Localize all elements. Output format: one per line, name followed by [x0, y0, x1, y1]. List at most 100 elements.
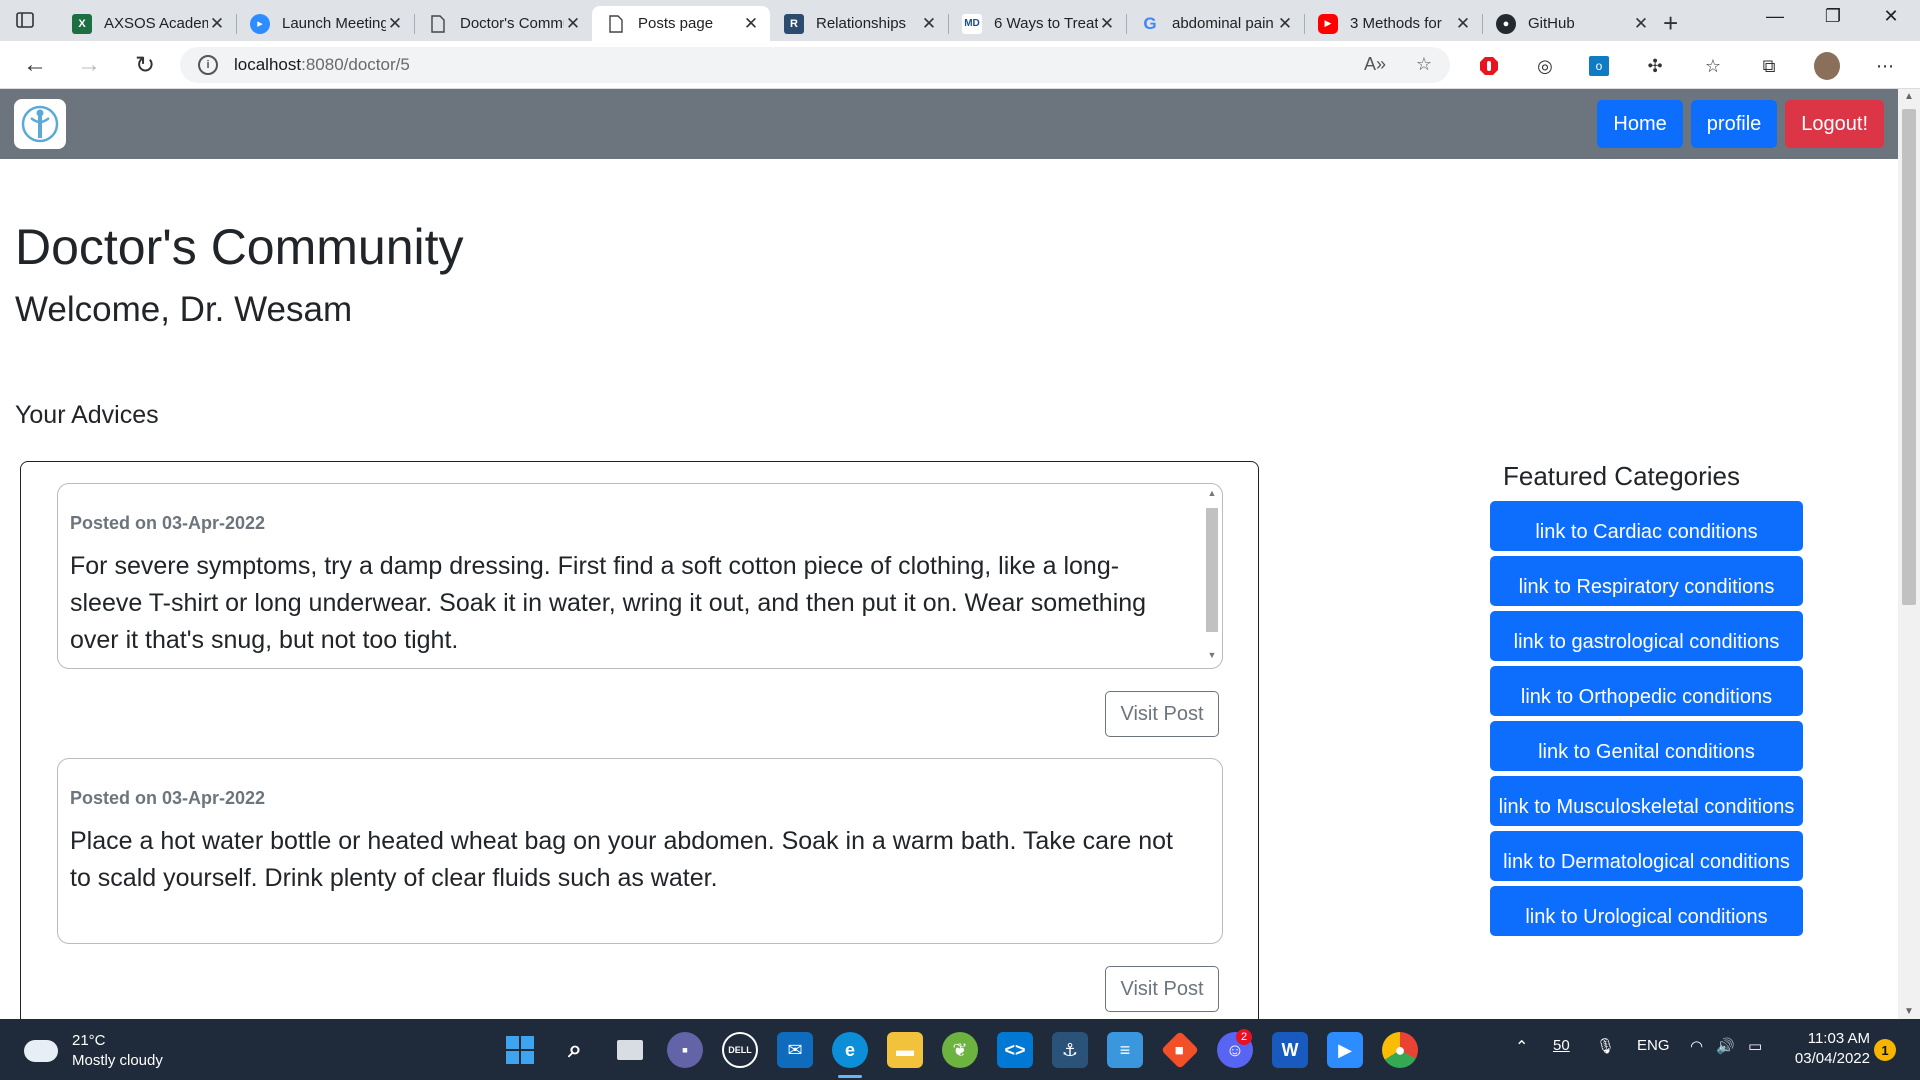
- close-window-icon[interactable]: ✕: [1868, 6, 1914, 27]
- notification-badge[interactable]: 1: [1874, 1039, 1896, 1061]
- post-scrollbar[interactable]: ▲ ▼: [1204, 488, 1220, 664]
- add-favorite-icon[interactable]: ☆: [1416, 54, 1432, 75]
- tray-overflow-icon[interactable]: ⌃: [1515, 1037, 1528, 1057]
- close-tab-icon[interactable]: ✕: [920, 14, 938, 34]
- vscode-icon[interactable]: <>: [997, 1032, 1033, 1068]
- weather-widget[interactable]: 21°C Mostly cloudy: [24, 1031, 163, 1071]
- spring-tool-icon[interactable]: ❦: [942, 1032, 978, 1068]
- outlook-extension-icon[interactable]: o: [1586, 53, 1612, 79]
- visit-post-button[interactable]: Visit Post: [1105, 691, 1219, 737]
- url-field[interactable]: i localhost:8080/doctor/5 A» ☆: [180, 47, 1450, 83]
- search-icon[interactable]: ⌕: [557, 1032, 593, 1068]
- tab-actions-icon[interactable]: [14, 9, 36, 31]
- scrollbar-thumb[interactable]: [1206, 508, 1218, 632]
- zoom-icon[interactable]: ▶: [1327, 1032, 1363, 1068]
- reload-icon[interactable]: ↻: [130, 51, 160, 80]
- mail-icon[interactable]: ✉: [777, 1032, 813, 1068]
- start-icon[interactable]: [502, 1032, 538, 1068]
- tab-doctors-community[interactable]: Doctor's Community ✕: [414, 6, 592, 41]
- home-button[interactable]: Home: [1597, 100, 1683, 148]
- git-icon[interactable]: ◆: [1160, 1030, 1200, 1070]
- collections-icon[interactable]: ⧉: [1756, 53, 1782, 79]
- zoom-icon: ▸: [250, 13, 270, 34]
- close-tab-icon[interactable]: ✕: [386, 14, 404, 34]
- category-genital-button[interactable]: link to Genital conditions: [1490, 721, 1803, 771]
- forward-icon[interactable]: →: [74, 51, 104, 79]
- page-icon: [428, 14, 448, 34]
- close-tab-icon[interactable]: ✕: [1098, 14, 1116, 34]
- tray-badge[interactable]: 50: [1553, 1037, 1570, 1054]
- dell-icon[interactable]: DELL: [722, 1032, 758, 1068]
- category-orthopedic-button[interactable]: link to Orthopedic conditions: [1490, 666, 1803, 716]
- close-tab-icon[interactable]: ✕: [208, 14, 226, 34]
- category-gastrological-button[interactable]: link to gastrological conditions: [1490, 611, 1803, 661]
- volume-icon[interactable]: 🔊: [1716, 1037, 1735, 1055]
- scroll-down-icon[interactable]: ▼: [1204, 650, 1220, 664]
- word-icon[interactable]: W: [1272, 1032, 1308, 1068]
- profile-avatar-icon[interactable]: [1814, 52, 1840, 80]
- advices-heading: Your Advices: [15, 401, 159, 429]
- read-aloud-icon[interactable]: A»: [1364, 54, 1386, 75]
- chrome-icon[interactable]: ●: [1382, 1032, 1418, 1068]
- page-title: Doctor's Community: [15, 219, 464, 275]
- mysql-workbench-icon[interactable]: ⚓: [1052, 1032, 1088, 1068]
- task-view-icon[interactable]: [612, 1032, 648, 1068]
- tab-posts-page[interactable]: Posts page ✕: [592, 6, 770, 41]
- site-logo-icon[interactable]: [14, 99, 66, 149]
- close-tab-icon[interactable]: ✕: [1276, 14, 1294, 34]
- extensions-puzzle-icon[interactable]: ✣: [1642, 53, 1668, 79]
- microphone-icon[interactable]: 🎙: [1596, 1037, 1615, 1055]
- post-date: Posted on 03-Apr-2022: [70, 788, 266, 808]
- wifi-icon[interactable]: ◠: [1690, 1037, 1703, 1055]
- scroll-up-icon[interactable]: ▲: [1898, 91, 1920, 102]
- github-icon: ●: [1496, 13, 1516, 34]
- close-tab-icon[interactable]: ✕: [564, 14, 582, 34]
- windows-taskbar: 21°C Mostly cloudy ⌕ ▪ DELL ✉ e ▬ ❦ <> ⚓…: [0, 1019, 1920, 1080]
- clock-time: 11:03 AM: [1807, 1030, 1870, 1047]
- post-date: Posted on 03-Apr-2022: [70, 513, 266, 533]
- page-scrollbar-thumb[interactable]: [1902, 109, 1916, 605]
- address-bar: ← → ↻ i localhost:8080/doctor/5 A» ☆ ◎ o…: [0, 41, 1920, 89]
- extension-circle-icon[interactable]: ◎: [1532, 53, 1558, 79]
- category-respiratory-button[interactable]: link to Respiratory conditions: [1490, 556, 1803, 606]
- site-navbar: Home profile Logout!: [0, 89, 1898, 159]
- minimize-icon[interactable]: —: [1752, 6, 1798, 27]
- logout-button[interactable]: Logout!: [1785, 100, 1884, 148]
- discord-badge: 2: [1236, 1029, 1252, 1045]
- notepad-icon[interactable]: ≡: [1107, 1032, 1143, 1068]
- close-tab-icon[interactable]: ✕: [1454, 14, 1472, 34]
- tab-relationships[interactable]: R Relationships ✕: [770, 6, 948, 41]
- taskbar-clock[interactable]: 11:03 AM 03/04/2022: [1786, 1029, 1870, 1069]
- back-icon[interactable]: ←: [20, 51, 50, 79]
- teams-chat-icon[interactable]: ▪: [667, 1032, 703, 1068]
- tab-github[interactable]: ● GitHub ✕: [1482, 6, 1660, 41]
- file-explorer-icon[interactable]: ▬: [887, 1032, 923, 1068]
- close-tab-icon[interactable]: ✕: [742, 14, 760, 34]
- page-scrollbar[interactable]: ▲ ▼: [1898, 89, 1920, 1019]
- scroll-up-icon[interactable]: ▲: [1204, 488, 1220, 502]
- tab-axsos[interactable]: X AXSOS Academy ✕: [58, 6, 236, 41]
- new-tab-icon[interactable]: +: [1663, 8, 1678, 39]
- tab-youtube[interactable]: ▶ 3 Methods for ✕: [1304, 6, 1482, 41]
- edge-icon[interactable]: e: [832, 1032, 868, 1068]
- profile-button[interactable]: profile: [1690, 100, 1778, 148]
- category-musculoskeletal-button[interactable]: link to Musculoskeletal conditions: [1490, 776, 1803, 826]
- language-indicator[interactable]: ENG: [1637, 1037, 1670, 1054]
- restore-icon[interactable]: ❐: [1810, 6, 1856, 27]
- tab-launch-meeting[interactable]: ▸ Launch Meeting ✕: [236, 6, 414, 41]
- tab-google[interactable]: G abdominal pain ✕: [1126, 6, 1304, 41]
- more-menu-icon[interactable]: ⋯: [1872, 53, 1898, 79]
- battery-icon[interactable]: ▭: [1748, 1037, 1762, 1055]
- category-cardiac-button[interactable]: link to Cardiac conditions: [1490, 501, 1803, 551]
- post-body: Place a hot water bottle or heated wheat…: [70, 827, 1174, 892]
- category-dermatological-button[interactable]: link to Dermatological conditions: [1490, 831, 1803, 881]
- close-tab-icon[interactable]: ✕: [1632, 14, 1650, 34]
- adblock-icon[interactable]: [1476, 53, 1502, 79]
- category-urological-button[interactable]: link to Urological conditions: [1490, 886, 1803, 936]
- site-info-icon[interactable]: i: [198, 55, 218, 75]
- advices-container[interactable]: Posted on 03-Apr-2022 For severe symptom…: [20, 461, 1259, 1061]
- favorites-icon[interactable]: ☆: [1700, 53, 1726, 79]
- scroll-down-icon[interactable]: ▼: [1898, 1006, 1920, 1017]
- tab-webmd[interactable]: MD 6 Ways to Treat ✕: [948, 6, 1126, 41]
- visit-post-button[interactable]: Visit Post: [1105, 966, 1219, 1012]
